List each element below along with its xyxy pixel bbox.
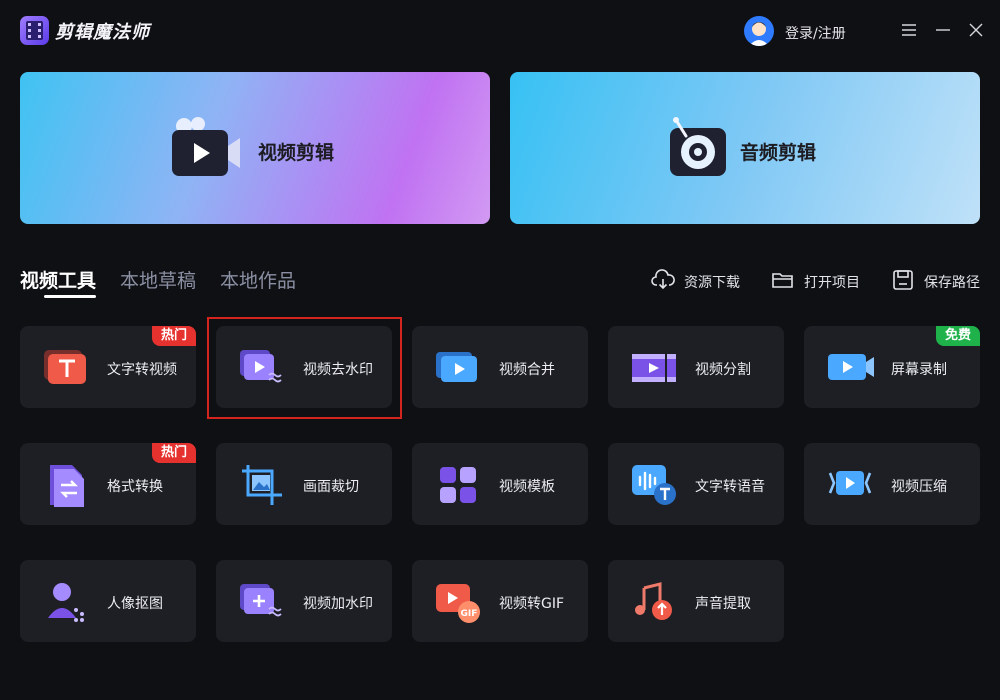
- audio-edit-label: 音频剪辑: [740, 142, 817, 164]
- download-cloud-icon: [651, 268, 675, 296]
- tool-template[interactable]: 视频模板: [412, 443, 588, 525]
- save-path-label: 保存路径: [924, 275, 980, 291]
- tool-label: 视频合并: [499, 362, 555, 378]
- format-convert-icon: [42, 461, 90, 509]
- tool-label: 人像抠图: [107, 596, 163, 612]
- video-split-icon: [630, 344, 678, 392]
- tool-label: 视频加水印: [303, 596, 373, 612]
- template-icon: [434, 461, 482, 509]
- tab-local-drafts[interactable]: 本地草稿: [120, 266, 196, 293]
- tool-label: 屏幕录制: [891, 362, 947, 378]
- tab-video-tools[interactable]: 视频工具: [20, 266, 96, 293]
- screen-record-icon: [826, 344, 874, 392]
- tool-label: 声音提取: [695, 596, 751, 612]
- close-icon[interactable]: [966, 20, 986, 40]
- text-to-video-icon: [42, 344, 90, 392]
- tab-label: 本地草稿: [120, 270, 197, 292]
- compress-icon: [826, 461, 874, 509]
- folder-icon: [771, 268, 795, 296]
- tool-portrait-cutout[interactable]: 人像抠图: [20, 560, 196, 642]
- tool-label: 视频压缩: [891, 479, 947, 495]
- login-register-link[interactable]: 登录/注册: [785, 23, 846, 43]
- tool-crop[interactable]: 画面裁切: [216, 443, 392, 525]
- tool-compress[interactable]: 视频压缩: [804, 443, 980, 525]
- tool-label: 格式转换: [107, 479, 163, 495]
- save-path-button[interactable]: 保存路径: [891, 268, 983, 292]
- tool-label: 视频模板: [499, 479, 555, 495]
- tab-local-works[interactable]: 本地作品: [220, 266, 296, 293]
- tool-video-merge[interactable]: 视频合并: [412, 326, 588, 408]
- tool-label: 文字转视频: [107, 362, 177, 378]
- tab-label: 视频工具: [20, 270, 97, 292]
- tool-video-to-gif[interactable]: GIF 视频转GIF: [412, 560, 588, 642]
- tool-screen-record[interactable]: 屏幕录制 免费: [804, 326, 980, 408]
- app-logo-icon: [20, 16, 49, 45]
- tool-label: 视频分割: [695, 362, 751, 378]
- free-badge: 免费: [935, 326, 980, 346]
- add-watermark-icon: [238, 578, 286, 626]
- video-to-gif-icon: GIF: [434, 578, 482, 626]
- portrait-cutout-icon: [42, 578, 90, 626]
- audio-edit-card[interactable]: 音频剪辑: [510, 72, 980, 224]
- active-tab-indicator: [44, 295, 96, 298]
- open-project-label: 打开项目: [804, 275, 860, 291]
- video-edit-card[interactable]: 视频剪辑: [20, 72, 490, 224]
- app-title: 剪辑魔法师: [55, 22, 150, 43]
- text-to-speech-icon: [630, 461, 678, 509]
- video-camera-icon: [168, 116, 244, 192]
- video-merge-icon: [434, 344, 482, 392]
- tool-label: 视频转GIF: [499, 596, 565, 612]
- video-edit-label: 视频剪辑: [258, 142, 335, 164]
- tool-audio-extract[interactable]: 声音提取: [608, 560, 784, 642]
- user-avatar-icon[interactable]: [744, 16, 774, 46]
- tool-label: 文字转语音: [695, 479, 765, 495]
- minimize-icon[interactable]: [933, 20, 953, 40]
- hot-badge: 热门: [151, 443, 196, 463]
- record-disc-icon: [666, 116, 732, 192]
- selection-highlight: [207, 317, 402, 419]
- resource-download-button[interactable]: 资源下载: [651, 268, 743, 292]
- svg-text:GIF: GIF: [461, 609, 478, 619]
- tool-text-to-speech[interactable]: 文字转语音: [608, 443, 784, 525]
- menu-icon[interactable]: [899, 20, 919, 40]
- hot-badge: 热门: [151, 326, 196, 346]
- tool-format-convert[interactable]: 格式转换 热门: [20, 443, 196, 525]
- open-project-button[interactable]: 打开项目: [771, 268, 863, 292]
- audio-extract-icon: [630, 578, 678, 626]
- tool-text-to-video[interactable]: 文字转视频 热门: [20, 326, 196, 408]
- crop-icon: [238, 461, 286, 509]
- resource-download-label: 资源下载: [684, 275, 740, 291]
- tool-add-watermark[interactable]: 视频加水印: [216, 560, 392, 642]
- tool-label: 画面裁切: [303, 479, 359, 495]
- save-disk-icon: [891, 268, 915, 296]
- tab-label: 本地作品: [220, 270, 297, 292]
- title-bar: 剪辑魔法师 登录/注册: [0, 0, 1000, 62]
- tool-video-split[interactable]: 视频分割: [608, 326, 784, 408]
